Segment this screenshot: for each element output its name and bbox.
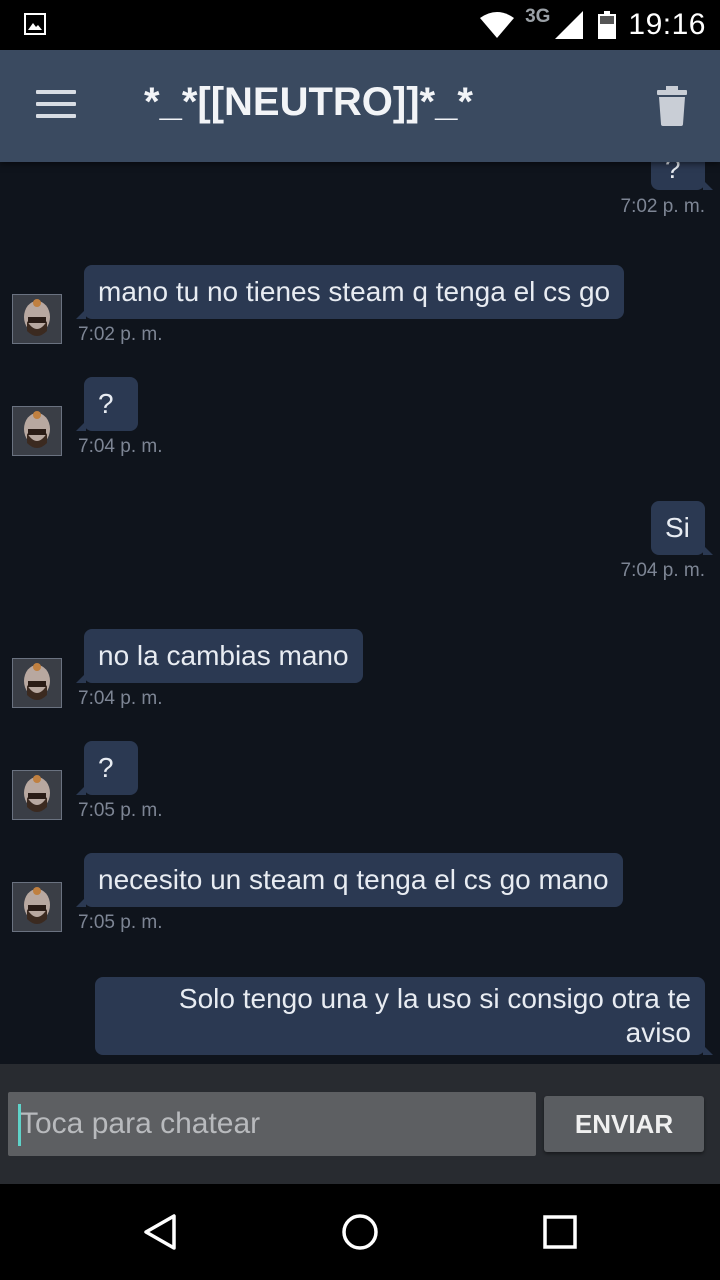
chat-input[interactable] bbox=[8, 1092, 536, 1156]
message-list[interactable]: ? 7:02 p. m. mano tu no tienes steam q t… bbox=[0, 162, 720, 1064]
message-text: necesito un steam q tenga el cs go mano bbox=[98, 864, 609, 895]
message-bubble-in[interactable]: no la cambias mano bbox=[76, 629, 363, 683]
message-time: 7:04 p. m. bbox=[620, 560, 706, 581]
send-button[interactable]: ENVIAR bbox=[544, 1096, 704, 1152]
image-notification-icon bbox=[24, 13, 46, 35]
wifi-icon bbox=[480, 12, 515, 38]
back-icon[interactable] bbox=[140, 1212, 180, 1252]
network-type: 3G bbox=[525, 6, 551, 27]
message-text: no la cambias mano bbox=[98, 640, 349, 671]
avatar[interactable] bbox=[12, 406, 62, 456]
message-time: 7:02 p. m. bbox=[620, 196, 706, 217]
message-time: 7:04 p. m. bbox=[78, 436, 163, 457]
recents-icon[interactable] bbox=[540, 1212, 580, 1252]
menu-icon[interactable] bbox=[36, 90, 76, 122]
avatar-image bbox=[13, 407, 61, 455]
battery-icon bbox=[598, 11, 617, 39]
avatar[interactable] bbox=[12, 658, 62, 708]
avatar-image bbox=[13, 295, 61, 343]
clock: 19:16 bbox=[628, 8, 706, 41]
message-bubble-in[interactable]: necesito un steam q tenga el cs go mano bbox=[76, 853, 623, 907]
message-bubble-out[interactable]: ? bbox=[651, 162, 713, 190]
avatar-image bbox=[13, 659, 61, 707]
app-bar: *_*[[NEUTRO]]*_* bbox=[0, 50, 720, 162]
avatar[interactable] bbox=[12, 882, 62, 932]
message-time: 7:04 p. m. bbox=[78, 688, 163, 709]
avatar-image bbox=[13, 771, 61, 819]
message-text: ? bbox=[98, 388, 114, 419]
home-icon[interactable] bbox=[340, 1212, 380, 1252]
message-bubble-out[interactable]: Si bbox=[651, 501, 713, 555]
navigation-bar bbox=[0, 1184, 720, 1280]
message-text: ? bbox=[665, 162, 681, 184]
signal-icon bbox=[555, 11, 584, 39]
message-text: Solo tengo una y la uso si consigo otra … bbox=[178, 983, 691, 1048]
message-text: Si bbox=[665, 512, 690, 543]
composer: ENVIAR bbox=[0, 1064, 720, 1184]
message-bubble-out[interactable]: Solo tengo una y la uso si consigo otra … bbox=[95, 977, 713, 1055]
avatar[interactable] bbox=[12, 770, 62, 820]
avatar[interactable] bbox=[12, 294, 62, 344]
message-time: 7:05 p. m. bbox=[78, 800, 163, 821]
chat-title: *_*[[NEUTRO]]*_* bbox=[144, 80, 473, 124]
message-time: 7:02 p. m. bbox=[78, 324, 163, 345]
message-time: 7:05 p. m. bbox=[78, 912, 163, 933]
message-text: mano tu no tienes steam q tenga el cs go bbox=[98, 276, 611, 307]
text-cursor bbox=[18, 1104, 21, 1146]
message-text: ? bbox=[98, 752, 114, 783]
message-bubble-in[interactable]: mano tu no tienes steam q tenga el cs go bbox=[75, 265, 625, 319]
status-bar: 3G 19:16 bbox=[0, 0, 720, 50]
avatar-image bbox=[13, 883, 61, 931]
message-bubble-in[interactable]: ? bbox=[76, 741, 138, 795]
message-bubble-in[interactable]: ? bbox=[76, 377, 138, 431]
trash-icon[interactable] bbox=[656, 86, 688, 126]
